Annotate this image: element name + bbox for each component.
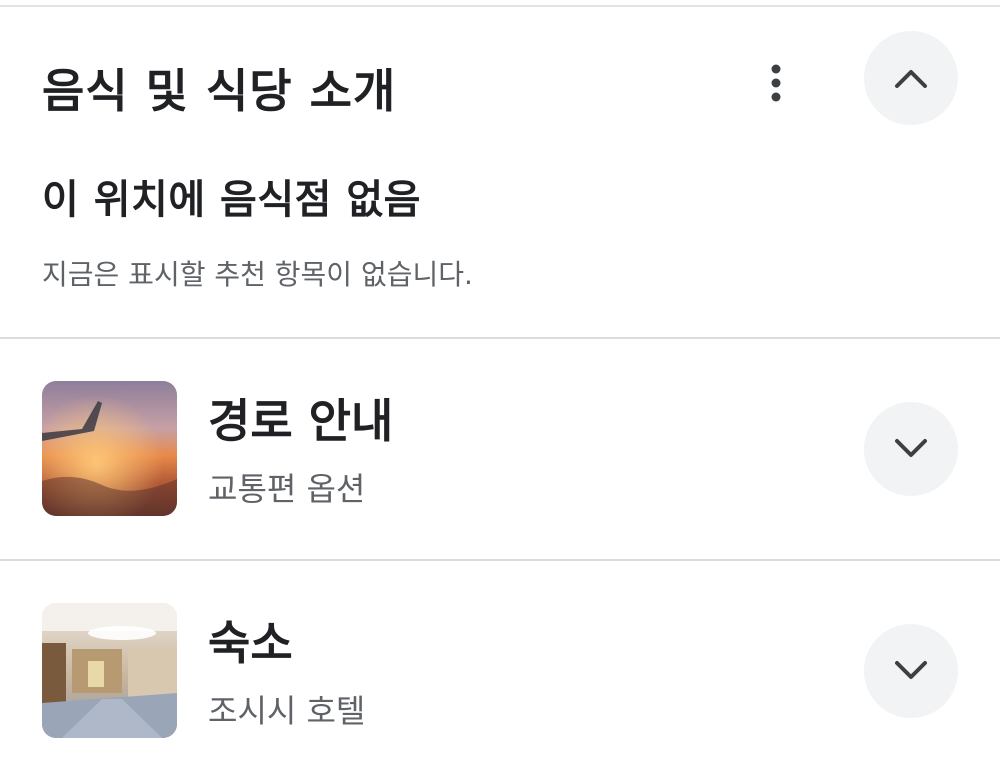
chevron-down-icon (895, 439, 927, 457)
directions-title: 경로 안내 (208, 394, 394, 448)
expand-directions-button[interactable] (864, 402, 958, 496)
more-options-button[interactable] (752, 51, 800, 115)
directions-subtitle: 교통편 옵션 (208, 470, 366, 508)
directions-row[interactable]: 경로 안내 교통편 옵션 (0, 339, 1000, 559)
page: 음식 및 식당 소개 이 위치에 음식점 없음 지금은 표시할 추천 항목이 없… (0, 0, 1000, 772)
collapse-section-button[interactable] (864, 31, 958, 125)
airplane-wing-sunset-photo (42, 381, 177, 516)
expand-lodging-button[interactable] (864, 624, 958, 718)
food-section-title: 음식 및 식당 소개 (42, 64, 397, 118)
lodging-title: 숙소 (208, 616, 293, 670)
hotel-lobby-photo (42, 603, 177, 738)
more-vert-icon (771, 64, 781, 102)
empty-state-description: 지금은 표시할 추천 항목이 없습니다. (42, 258, 473, 291)
chevron-up-icon (895, 70, 927, 88)
lodging-row[interactable]: 숙소 조시시 호텔 (0, 561, 1000, 772)
lodging-subtitle: 조시시 호텔 (208, 692, 366, 730)
food-section: 음식 및 식당 소개 이 위치에 음식점 없음 지금은 표시할 추천 항목이 없… (0, 7, 1000, 337)
empty-state-title: 이 위치에 음식점 없음 (42, 177, 421, 223)
chevron-down-icon (895, 661, 927, 679)
